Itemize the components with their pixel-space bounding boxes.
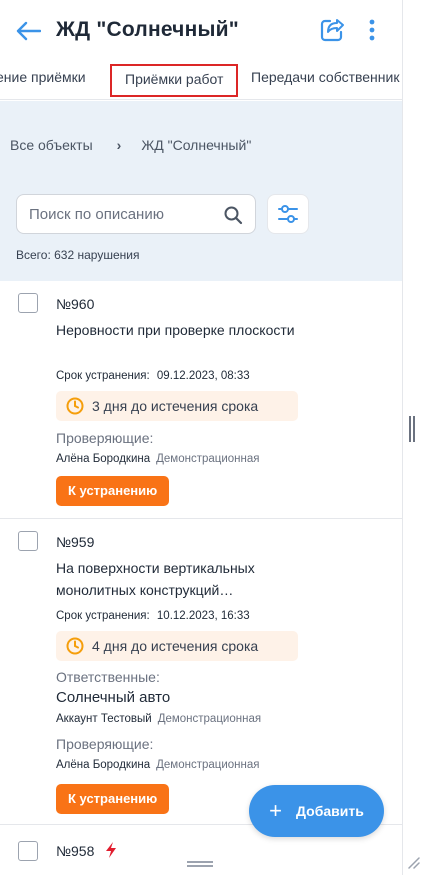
clock-icon — [66, 397, 84, 415]
item-description: На поверхности вертикальных монолитных к… — [56, 560, 255, 598]
add-button-label: Добавить — [296, 803, 364, 819]
plus-icon: + — [269, 798, 283, 823]
list-item[interactable]: №959 На поверхности вертикальных монолит… — [0, 519, 402, 825]
share-button[interactable] — [318, 16, 346, 44]
list-controls: Все объекты › ЖД "Солнечный" Всего: 632 … — [0, 101, 402, 281]
total-count: Всего: 632 нарушения — [16, 248, 140, 262]
header: ЖД "Солнечный" — [0, 0, 402, 62]
select-checkbox[interactable] — [18, 841, 38, 861]
inspectors-label: Проверяющие: — [56, 430, 154, 446]
tab-bar: ение приёмки Приёмки работ Передачи собс… — [0, 62, 402, 100]
remaining-text: 4 дня до истечения срока — [92, 638, 259, 654]
responsible-company: Солнечный авто — [56, 689, 171, 706]
select-checkbox[interactable] — [18, 531, 38, 551]
app-window: ЖД "Солнечный" ение приёмки Приёмки рабо… — [0, 0, 402, 875]
more-vertical-icon — [369, 19, 375, 41]
search-input[interactable] — [29, 205, 219, 223]
breadcrumb-current: ЖД "Солнечный" — [141, 137, 252, 153]
list-item[interactable]: №960 Неровности при проверке плоскости С… — [0, 281, 402, 519]
status-badge[interactable]: К устранению — [56, 476, 170, 506]
side-rail — [402, 0, 422, 875]
deadline-label: Срок устранения: — [56, 610, 150, 622]
inspector: Алёна Бородкина Демонстрационная — [56, 759, 260, 771]
lightning-icon — [106, 842, 116, 858]
responsible-person: Аккаунт Тестовый Демонстрационная — [56, 713, 261, 725]
page-title: ЖД "Солнечный" — [56, 18, 239, 41]
inspector-name: Алёна Бородкина — [56, 759, 151, 771]
select-checkbox[interactable] — [18, 293, 38, 313]
back-button[interactable] — [14, 18, 42, 44]
inspectors-label: Проверяющие: — [56, 736, 154, 752]
search-icon[interactable] — [223, 205, 243, 225]
deadline: Срок устранения: 10.12.2023, 16:33 — [56, 610, 250, 622]
breadcrumb-separator: › — [116, 137, 122, 153]
inspector: Алёна Бородкина Демонстрационная — [56, 453, 260, 465]
deadline-remaining-badge: 4 дня до истечения срока — [56, 631, 298, 661]
item-number: №959 — [56, 534, 95, 550]
deadline-value: 09.12.2023, 08:33 — [156, 370, 250, 382]
deadline-value: 10.12.2023, 16:33 — [156, 610, 250, 622]
inspector-org: Демонстрационная — [156, 759, 260, 771]
item-number: №958 — [56, 843, 95, 859]
search-box — [16, 194, 256, 234]
filter-icon — [278, 205, 298, 223]
deadline: Срок устранения: 09.12.2023, 08:33 — [56, 370, 250, 382]
responsible-label: Ответственные: — [56, 669, 160, 685]
item-number: №960 — [56, 296, 95, 312]
share-icon — [320, 19, 344, 42]
inspector-org: Демонстрационная — [156, 453, 260, 465]
bottom-drag-handle[interactable] — [187, 861, 213, 867]
responsible-org: Демонстрационная — [157, 713, 262, 725]
inspector-name: Алёна Бородкина — [56, 453, 151, 465]
more-menu-button[interactable] — [360, 16, 384, 44]
filter-button[interactable] — [267, 194, 309, 234]
tab-owner-handover[interactable]: Передачи собственник — [241, 62, 402, 96]
clock-icon — [66, 637, 84, 655]
add-button[interactable]: + Добавить — [249, 785, 384, 837]
deadline-remaining-badge: 3 дня до истечения срока — [56, 391, 298, 421]
back-arrow-icon — [16, 21, 41, 41]
scroll-grip-icon[interactable] — [409, 416, 415, 442]
status-badge[interactable]: К устранению — [56, 784, 170, 814]
deadline-label: Срок устранения: — [56, 370, 150, 382]
tab-acceptance[interactable]: ение приёмки — [0, 62, 96, 96]
remaining-text: 3 дня до истечения срока — [92, 398, 259, 414]
responsible-name: Аккаунт Тестовый — [56, 713, 152, 725]
resize-corner-icon[interactable] — [406, 855, 420, 869]
breadcrumb: Все объекты › ЖД "Солнечный" — [10, 137, 251, 153]
breadcrumb-root[interactable]: Все объекты — [10, 137, 93, 153]
item-description: Неровности при проверке плоскости — [56, 322, 295, 338]
tab-work-acceptance[interactable]: Приёмки работ — [110, 64, 239, 97]
